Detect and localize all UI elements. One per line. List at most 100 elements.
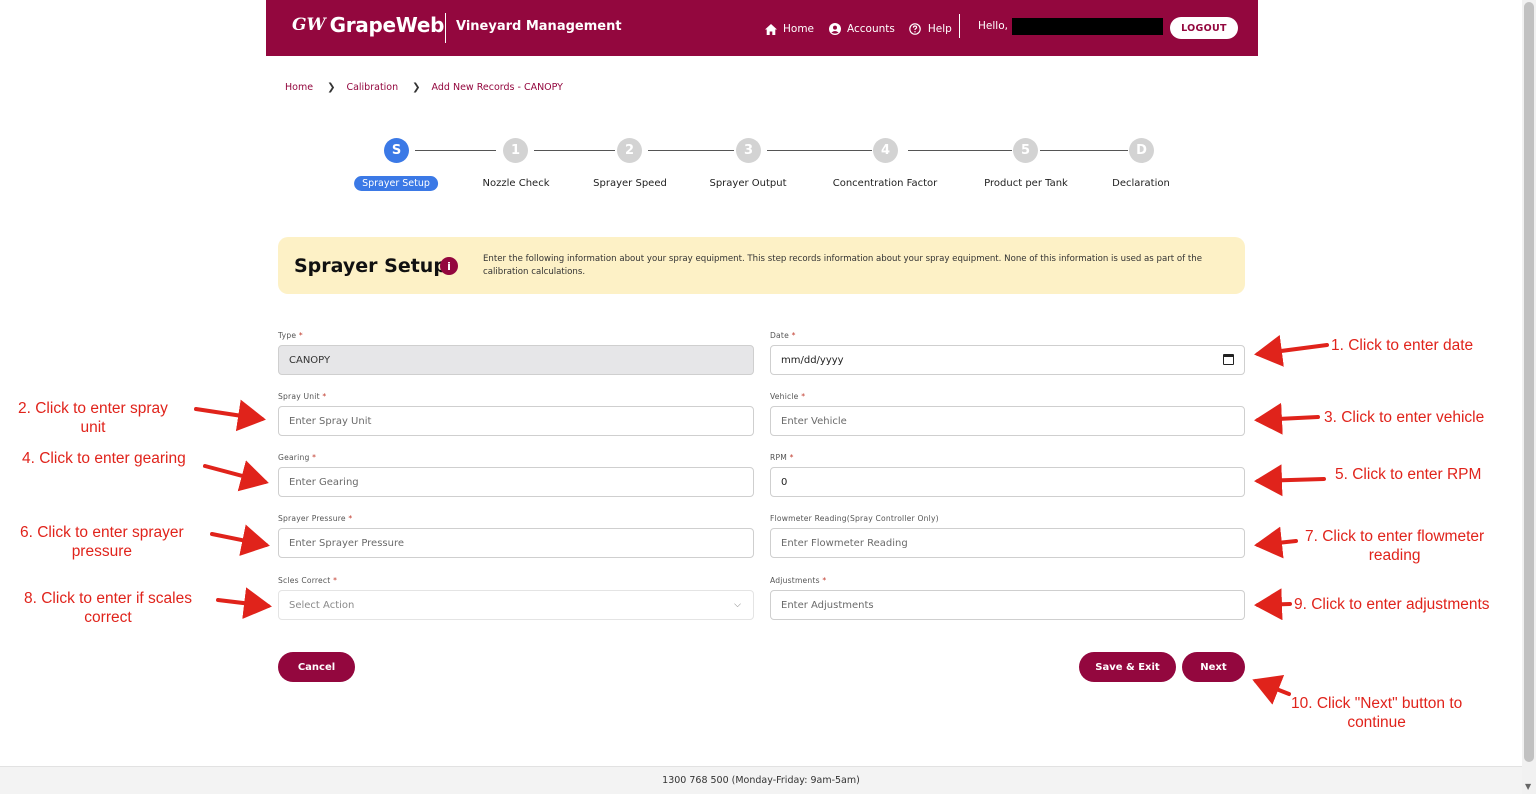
nav-accounts-label: Accounts: [847, 23, 895, 35]
type-field: CANOPY: [278, 345, 754, 375]
annotation-next: 10. Click "Next" button to continue: [1291, 695, 1463, 731]
rpm-input[interactable]: 0: [770, 467, 1245, 497]
arrow-sprayer-pressure: [210, 524, 270, 556]
home-icon: [764, 23, 777, 36]
annotation-spray-unit: 2. Click to enter spray unit: [18, 400, 168, 436]
step-label-sprayer-output[interactable]: Sprayer Output: [709, 178, 786, 189]
step-circle-3[interactable]: 3: [736, 138, 761, 163]
annotation-scales: 8. Click to enter if scales correct: [24, 590, 192, 626]
breadcrumb: Home ❯ Calibration ❯ Add New Records - C…: [285, 82, 563, 93]
calendar-icon[interactable]: [1223, 354, 1234, 365]
info-description: Enter the following information about yo…: [483, 254, 1202, 277]
date-label: Date *: [770, 331, 796, 340]
gearing-label: Gearing *: [278, 453, 317, 462]
next-button[interactable]: Next: [1182, 652, 1245, 682]
step-label-product-per-tank[interactable]: Product per Tank: [984, 178, 1068, 189]
arrow-next: [1252, 674, 1291, 705]
nav-help[interactable]: Help: [909, 23, 952, 36]
nav-help-label: Help: [927, 23, 952, 35]
step-connector: [908, 150, 1012, 151]
adjustments-input[interactable]: Enter Adjustments: [770, 590, 1245, 620]
step-connector: [534, 150, 615, 151]
chevron-right-icon: ❯: [412, 82, 421, 93]
section-title: Sprayer Setup: [294, 255, 447, 277]
vehicle-label: Vehicle *: [770, 392, 806, 401]
nav-accounts[interactable]: Accounts: [828, 23, 895, 36]
scrollbar-thumb[interactable]: [1524, 2, 1534, 762]
info-panel: Sprayer Setup i Enter the following info…: [278, 237, 1245, 294]
footer-bar: 1300 768 500 (Monday-Friday: 9am-5am): [0, 766, 1522, 794]
step-circle-1[interactable]: 1: [503, 138, 528, 163]
breadcrumb-current: Add New Records - CANOPY: [431, 82, 563, 93]
grapeweb-logo[interactable]: GW GrapeWeb: [292, 13, 444, 37]
nav-divider: [958, 14, 960, 38]
user-circle-icon: [828, 23, 841, 36]
step-label-sprayer-setup[interactable]: Sprayer Setup: [354, 176, 438, 191]
step-label-nozzle-check[interactable]: Nozzle Check: [483, 178, 550, 189]
arrow-vehicle: [1254, 402, 1320, 435]
help-circle-icon: [909, 23, 922, 36]
step-label-concentration-factor[interactable]: Concentration Factor: [833, 178, 938, 189]
app-title: Vineyard Management: [456, 19, 622, 34]
save-exit-button[interactable]: Save & Exit: [1079, 652, 1176, 682]
scroll-down-icon[interactable]: ▼: [1525, 782, 1531, 791]
rpm-label: RPM *: [770, 453, 794, 462]
footer-contact: 1300 768 500 (Monday-Friday: 9am-5am): [662, 775, 860, 786]
arrow-flowmeter: [1254, 526, 1298, 559]
info-icon[interactable]: i: [440, 257, 458, 275]
step-connector: [1040, 150, 1128, 151]
date-field[interactable]: mm/dd/yyyy: [770, 345, 1245, 375]
step-circle-4[interactable]: 4: [873, 138, 898, 163]
date-placeholder: mm/dd/yyyy: [781, 354, 844, 366]
chevron-down-icon: ⌵: [734, 600, 741, 610]
scales-correct-placeholder: Select Action: [289, 599, 355, 611]
sprayer-pressure-input[interactable]: Enter Sprayer Pressure: [278, 528, 754, 558]
step-connector: [648, 150, 734, 151]
annotation-flowmeter: 7. Click to enter flowmeter reading: [1305, 528, 1485, 564]
step-circle-s[interactable]: S: [384, 138, 409, 163]
step-circle-5[interactable]: 5: [1013, 138, 1038, 163]
vehicle-input[interactable]: Enter Vehicle: [770, 406, 1245, 436]
step-circle-d[interactable]: D: [1129, 138, 1154, 163]
annotation-sprayer-pressure: 6. Click to enter sprayer pressure: [20, 524, 184, 560]
logo-mark: GW: [292, 15, 326, 35]
gearing-input[interactable]: Enter Gearing: [278, 467, 754, 497]
step-circle-2[interactable]: 2: [617, 138, 642, 163]
sprayer-pressure-label: Sprayer Pressure *: [278, 514, 353, 523]
annotation-rpm: 5. Click to enter RPM: [1335, 466, 1482, 483]
annotation-date: 1. Click to enter date: [1331, 337, 1474, 354]
annotation-gearing: 4. Click to enter gearing: [22, 450, 186, 467]
type-label: Type *: [278, 331, 303, 340]
arrow-scales: [216, 587, 272, 620]
header-divider: [445, 13, 446, 43]
nav-home-label: Home: [783, 23, 815, 35]
app-header: GW GrapeWeb Vineyard Management Home Acc…: [266, 0, 1258, 56]
flowmeter-input[interactable]: Enter Flowmeter Reading: [770, 528, 1245, 558]
scales-correct-select[interactable]: Select Action ⌵: [278, 590, 754, 620]
arrow-gearing: [203, 460, 269, 492]
breadcrumb-home[interactable]: Home: [285, 82, 313, 93]
breadcrumb-calibration[interactable]: Calibration: [346, 82, 398, 93]
annotation-adjustments: 9. Click to enter adjustments: [1294, 596, 1490, 613]
hello-text: Hello,: [978, 20, 1008, 32]
cancel-button[interactable]: Cancel: [278, 652, 355, 682]
logout-button[interactable]: LOGOUT: [1170, 17, 1238, 39]
spray-unit-input[interactable]: Enter Spray Unit: [278, 406, 754, 436]
step-connector: [415, 150, 496, 151]
annotation-vehicle: 3. Click to enter vehicle: [1324, 409, 1485, 426]
step-connector: [767, 150, 872, 151]
spray-unit-label: Spray Unit *: [278, 392, 327, 401]
top-nav: Home Accounts Help: [764, 14, 966, 38]
arrow-date: [1254, 335, 1329, 367]
step-label-declaration[interactable]: Declaration: [1112, 178, 1170, 189]
arrow-spray-unit: [194, 399, 266, 432]
flowmeter-label: Flowmeter Reading(Spray Controller Only): [770, 514, 939, 523]
logo-text: GrapeWeb: [329, 13, 445, 37]
arrow-adjustments: [1254, 588, 1292, 621]
scrollbar[interactable]: ▼: [1522, 0, 1536, 794]
step-label-sprayer-speed[interactable]: Sprayer Speed: [593, 178, 667, 189]
arrow-rpm: [1254, 464, 1326, 497]
nav-home[interactable]: Home: [764, 23, 814, 36]
adjustments-label: Adjustments *: [770, 576, 827, 585]
redacted-username: [1012, 18, 1163, 35]
